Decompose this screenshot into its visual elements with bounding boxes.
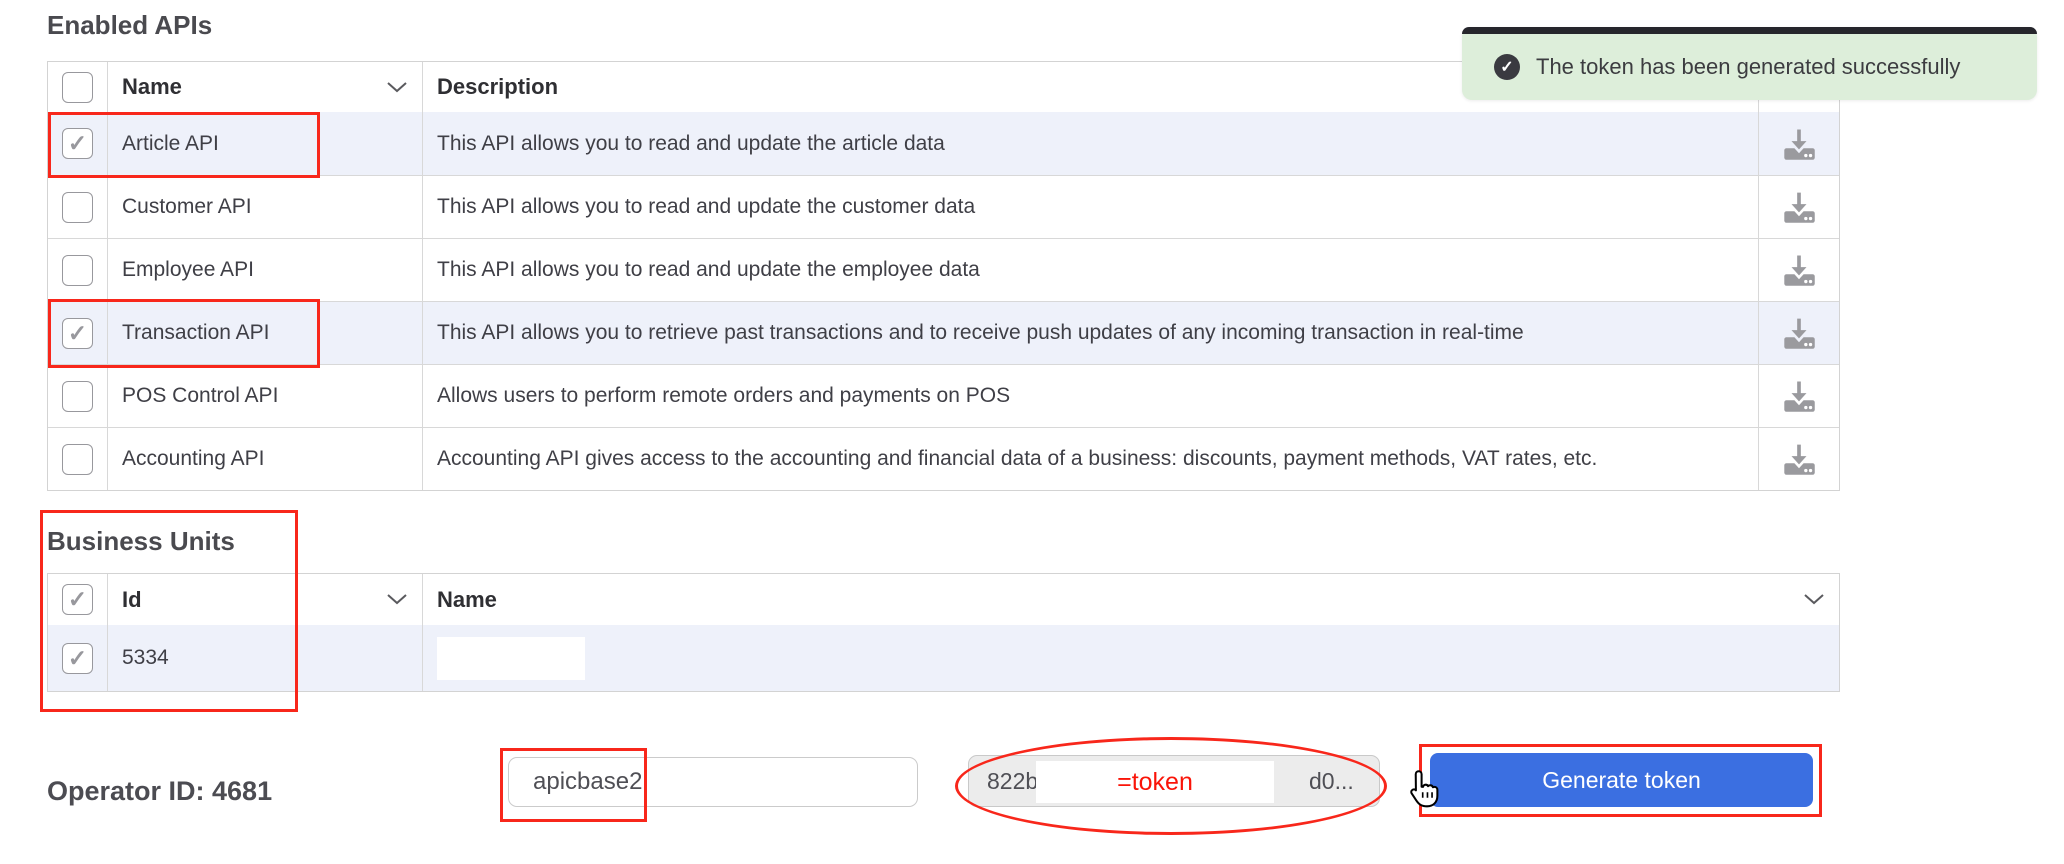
token-name-input[interactable] (508, 757, 918, 807)
bu-row-checkbox[interactable]: ✓ (62, 642, 93, 674)
business-units-header-row: ✓ Id Name (48, 574, 1839, 625)
name-column-header: Name (122, 74, 182, 99)
download-icon[interactable] (1778, 312, 1820, 354)
toast-message: The token has been generated successfull… (1536, 54, 1961, 79)
api-table-row: ✓ Employee API This API allows you to re… (48, 238, 1839, 301)
api-description: This API allows you to read and update t… (437, 258, 980, 281)
operator-id-label: Operator ID: 4681 (47, 776, 273, 806)
download-icon[interactable] (1778, 375, 1820, 417)
business-units-table: ✓ Id Name ✓ 5334 (47, 573, 1840, 692)
token-value-field[interactable]: 822b =token d0... (968, 755, 1380, 807)
chevron-down-icon[interactable] (1803, 593, 1825, 606)
toast-top-bar (1462, 27, 2037, 34)
business-units-title: Business Units (47, 526, 235, 556)
enabled-apis-table: ✓ Name Description ✓ Article API This AP… (47, 61, 1840, 491)
bu-table-row: ✓ 5334 (48, 625, 1839, 691)
checkmark-icon: ✓ (67, 586, 88, 612)
enabled-apis-title: Enabled APIs (47, 10, 213, 40)
check-circle-icon: ✓ (1494, 54, 1520, 80)
checkmark-icon: ✓ (67, 644, 88, 671)
api-description: This API allows you to read and update t… (437, 131, 945, 155)
api-name: Article API (122, 131, 219, 155)
success-toast: ✓ The token has been generated successfu… (1462, 27, 2037, 100)
api-table-row: ✓ Accounting API Accounting API gives ac… (48, 427, 1839, 490)
redacted-bu-name (437, 636, 585, 680)
api-table-row: ✓ Customer API This API allows you to re… (48, 175, 1839, 238)
download-icon[interactable] (1778, 123, 1820, 165)
api-description: This API allows you to read and update t… (437, 195, 976, 218)
token-redaction-box: =token (1036, 761, 1274, 803)
download-icon[interactable] (1778, 438, 1820, 480)
api-name: Transaction API (122, 321, 270, 344)
api-name: Employee API (122, 258, 254, 281)
description-column-header: Description (437, 74, 559, 99)
token-annotation-label: =token (1117, 767, 1193, 796)
api-row-checkbox[interactable]: ✓ (62, 380, 93, 412)
checkmark-icon: ✓ (67, 130, 88, 156)
chevron-down-icon[interactable] (386, 593, 408, 606)
download-icon[interactable] (1778, 186, 1820, 228)
api-description: Allows users to perform remote orders an… (437, 384, 1011, 407)
bu-id: 5334 (122, 646, 169, 669)
api-name: Accounting API (122, 447, 265, 470)
bu-select-all-checkbox[interactable]: ✓ (62, 584, 93, 615)
select-all-checkbox[interactable]: ✓ (62, 71, 93, 103)
api-table-row: ✓ Transaction API This API allows you to… (48, 301, 1839, 364)
api-table-row: ✓ Article API This API allows you to rea… (48, 112, 1839, 175)
chevron-down-icon[interactable] (386, 81, 408, 94)
api-name: POS Control API (122, 384, 279, 407)
api-row-checkbox[interactable]: ✓ (62, 443, 93, 475)
api-row-checkbox[interactable]: ✓ (62, 254, 93, 286)
bu-name-column-header: Name (437, 586, 497, 612)
api-row-checkbox[interactable]: ✓ (62, 317, 93, 349)
api-description: Accounting API gives access to the accou… (437, 447, 1598, 470)
api-row-checkbox[interactable]: ✓ (62, 191, 93, 223)
api-table-row: ✓ POS Control API Allows users to perfor… (48, 364, 1839, 427)
api-description: This API allows you to retrieve past tra… (437, 321, 1524, 344)
token-prefix-text: 822b (987, 767, 1039, 794)
download-icon[interactable] (1778, 249, 1820, 291)
token-suffix-text: d0... (1309, 767, 1354, 794)
generate-token-button[interactable]: Generate token (1430, 753, 1813, 807)
api-name: Customer API (122, 195, 252, 218)
id-column-header: Id (122, 586, 142, 612)
api-row-checkbox[interactable]: ✓ (62, 128, 93, 159)
checkmark-icon: ✓ (67, 319, 88, 346)
